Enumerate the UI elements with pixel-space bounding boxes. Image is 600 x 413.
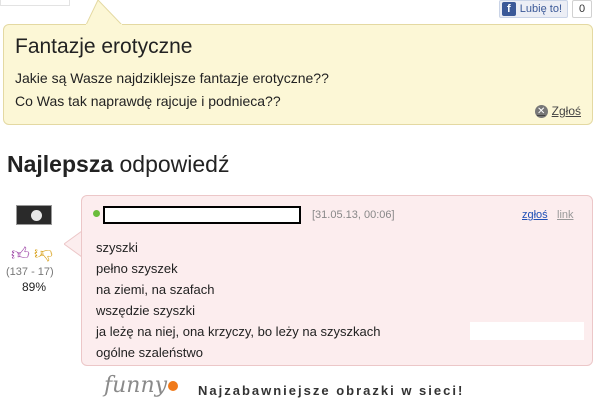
page: f Lubię to! 0 Fantazje erotyczne Jakie s… bbox=[0, 0, 600, 413]
close-circle-icon: ✕ bbox=[534, 104, 548, 118]
question-title: Fantazje erotyczne bbox=[15, 35, 193, 58]
question-text-line: Co Was tak naprawdę rajcuje i podnieca?? bbox=[15, 93, 281, 109]
vote-counts: (137 - 17) bbox=[6, 266, 54, 278]
answer-line: pełno szyszek bbox=[96, 261, 178, 276]
logo-dot-icon bbox=[168, 381, 179, 391]
answer-line: wszędzie szyszki bbox=[96, 303, 195, 318]
thumbs-up-icon[interactable]: 👍︎ bbox=[11, 243, 30, 265]
answer-line: ogólne szaleństwo bbox=[96, 345, 203, 360]
vote-percent: 89% bbox=[22, 280, 47, 294]
speech-bubble-pointer bbox=[86, 0, 122, 25]
best-answer-heading-rest: odpowiedź bbox=[113, 151, 230, 177]
best-answer-heading: Najlepsza odpowiedź bbox=[7, 151, 229, 178]
answer-body: szyszki pełno szyszek na ziemi, na szafa… bbox=[96, 237, 380, 363]
facebook-icon: f bbox=[501, 2, 516, 16]
blank-patch bbox=[470, 322, 584, 340]
answer-report-link[interactable]: zgłoś bbox=[522, 209, 548, 221]
answer-line: na ziemi, na szafach bbox=[96, 282, 215, 297]
answer-box: [31.05.13, 00:06] zgłoś link szyszki peł… bbox=[81, 195, 593, 366]
site-logo-text: funny bbox=[104, 373, 168, 398]
answer-line: szyszki bbox=[96, 240, 138, 255]
facebook-like-widget: f Lubię to! 0 bbox=[498, 0, 592, 18]
question-text-line: Jakie są Wasze najdziklejsze fantazje er… bbox=[15, 70, 329, 86]
question-report-label: Zgłoś bbox=[551, 104, 581, 118]
redacted-username bbox=[103, 206, 301, 224]
like-count: 0 bbox=[572, 0, 592, 18]
facebook-like-label: Lubię to! bbox=[519, 3, 562, 15]
footer-tagline: Najzabawniejsze obrazki w sieci! bbox=[198, 383, 465, 398]
question-report-button[interactable]: ✕ Zgłoś bbox=[534, 104, 581, 118]
best-answer-heading-bold: Najlepsza bbox=[7, 151, 114, 177]
site-logo[interactable]: funny bbox=[104, 373, 179, 398]
question-box: Fantazje erotyczne Jakie są Wasze najdzi… bbox=[3, 24, 593, 125]
answer-permalink[interactable]: link bbox=[557, 209, 574, 221]
online-status-icon bbox=[93, 210, 100, 217]
facebook-like-button[interactable]: f Lubię to! bbox=[498, 0, 568, 18]
avatar[interactable] bbox=[16, 205, 52, 225]
top-tab bbox=[0, 0, 70, 6]
avatar-image bbox=[31, 210, 42, 221]
answer-date: [31.05.13, 00:06] bbox=[312, 209, 395, 221]
answer-line: ja leżę na niej, ona krzyczy, bo leży na… bbox=[96, 324, 381, 339]
thumbs-down-icon[interactable]: 👍︎ bbox=[34, 243, 53, 265]
